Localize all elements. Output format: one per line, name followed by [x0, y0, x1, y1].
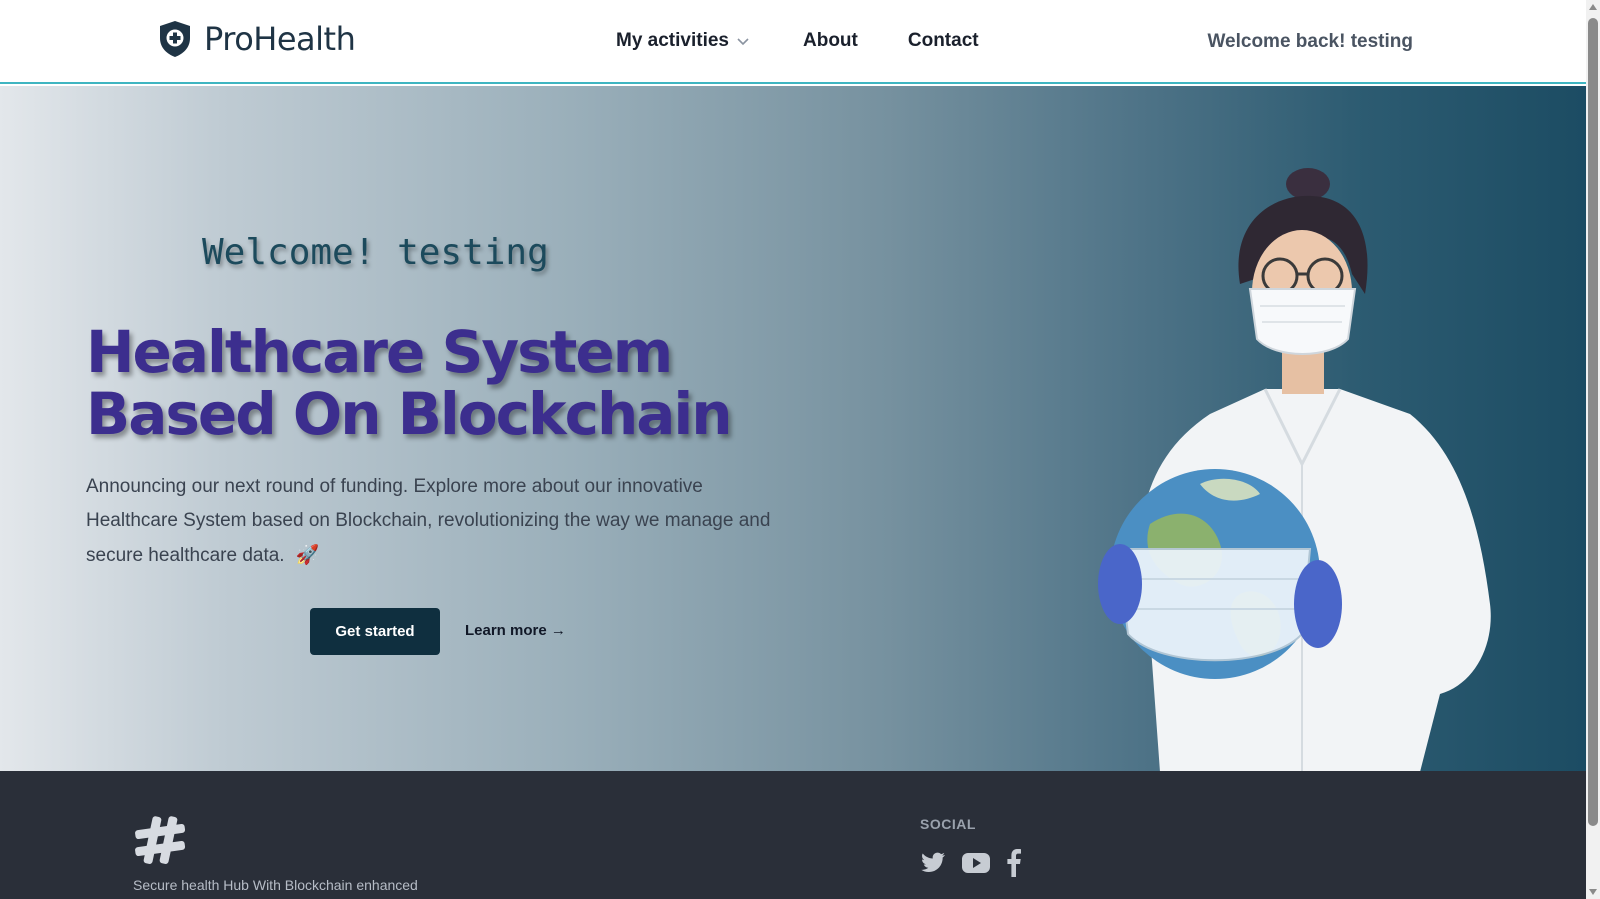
nav-my-activities[interactable]: My activities: [616, 30, 749, 52]
brand-logo[interactable]: ProHealth: [158, 20, 356, 58]
welcome-back-text: Welcome back! testing: [1207, 31, 1413, 52]
footer-tagline: Secure health Hub With Blockchain enhanc…: [133, 877, 418, 893]
hero-title: Healthcare System Based On Blockchain: [86, 318, 733, 448]
hero-section: Welcome! testing Healthcare System Based…: [0, 86, 1586, 771]
nav-about[interactable]: About: [803, 30, 858, 52]
brand-name: ProHealth: [204, 20, 356, 58]
page-scrollbar[interactable]: [1586, 0, 1600, 899]
twitter-icon[interactable]: [920, 852, 946, 879]
youtube-icon[interactable]: [962, 853, 990, 878]
hero-welcome: Welcome! testing: [202, 232, 549, 273]
nav-my-activities-label: My activities: [616, 30, 729, 51]
site-header: ProHealth My activities About Contact We…: [0, 0, 1586, 84]
hero-description-text: Announcing our next round of funding. Ex…: [86, 476, 771, 566]
facebook-icon[interactable]: [1006, 849, 1022, 882]
hero-description: Announcing our next round of funding. Ex…: [86, 470, 786, 573]
scroll-up-arrow-icon[interactable]: [1589, 4, 1597, 10]
main-nav: My activities About Contact: [616, 30, 979, 52]
learn-more-link[interactable]: Learn more →: [465, 622, 566, 639]
social-icons: [920, 849, 1022, 882]
shield-plus-icon: [158, 20, 192, 58]
social-title: SOCIAL: [920, 816, 976, 832]
nav-contact[interactable]: Contact: [908, 30, 979, 52]
scrollbar-thumb[interactable]: [1588, 18, 1598, 826]
chevron-down-icon: [737, 30, 749, 52]
hash-icon: [132, 813, 188, 872]
scroll-down-arrow-icon[interactable]: [1589, 889, 1597, 895]
site-footer: Secure health Hub With Blockchain enhanc…: [0, 771, 1586, 899]
rocket-icon: 🚀: [295, 544, 320, 566]
get-started-button[interactable]: Get started: [310, 608, 440, 655]
hero-image: [1090, 164, 1510, 771]
